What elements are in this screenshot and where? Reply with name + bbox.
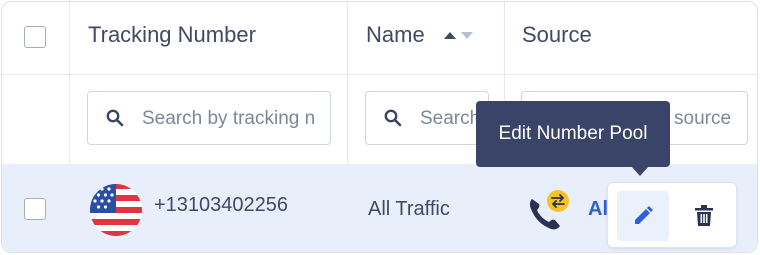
pool-name-text: All Traffic [368, 198, 450, 220]
name-search-input[interactable]: Search [365, 91, 489, 145]
row-divider [2, 74, 757, 75]
edit-button[interactable] [617, 191, 669, 241]
row-actions [607, 182, 737, 248]
column-header-tracking-number[interactable]: Tracking Number [88, 22, 256, 48]
sort-icon[interactable] [444, 30, 476, 40]
us-flag-icon [90, 184, 142, 236]
edit-tooltip: Edit Number Pool [476, 101, 670, 167]
select-all-checkbox[interactable] [24, 26, 46, 48]
pencil-icon [635, 206, 653, 224]
delete-button[interactable] [678, 191, 730, 241]
search-icon [106, 109, 124, 127]
source-search-placeholder: source [674, 108, 732, 129]
trash-icon [695, 205, 713, 226]
tracking-number-text: +13103402256 [154, 194, 289, 216]
tooltip-arrow [631, 166, 649, 176]
name-search-placeholder: Search [420, 108, 481, 129]
source-link[interactable]: Al [588, 198, 608, 221]
row-checkbox[interactable] [24, 198, 46, 220]
tracking-search-placeholder: Search by tracking n [142, 108, 316, 129]
swap-badge-icon [547, 190, 569, 212]
column-header-name[interactable]: Name [366, 22, 425, 48]
column-header-source[interactable]: Source [522, 22, 592, 48]
search-icon [384, 109, 402, 127]
tracking-search-input[interactable]: Search by tracking n [87, 91, 331, 145]
